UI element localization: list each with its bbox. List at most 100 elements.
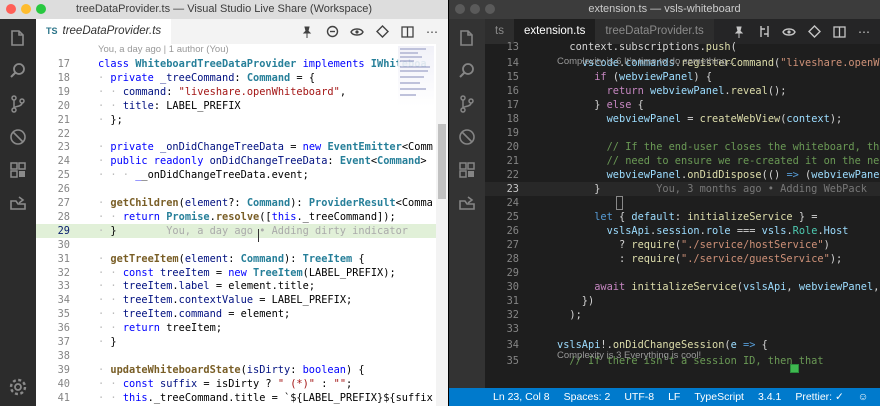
blame-header-lens[interactable]: You, a day ago | 1 author (You): [98, 44, 229, 56]
code-line[interactable]: 28 · · return Promise.resolve([this._tree…: [36, 210, 448, 224]
code-line[interactable]: 18 · private _treeCommand: Command = {: [36, 71, 448, 85]
split-editor-icon[interactable]: [399, 24, 415, 40]
more-actions-icon[interactable]: ⋯: [424, 24, 440, 40]
code-line[interactable]: 21 · };: [36, 113, 448, 127]
code-line[interactable]: 27 · getChildren(element?: Command): Prov…: [36, 196, 448, 210]
git-commit-icon[interactable]: [374, 24, 390, 40]
source-control-icon[interactable]: [7, 93, 29, 115]
language-mode[interactable]: TypeScript: [694, 391, 744, 403]
code-line[interactable]: 24 · public readonly onDidChangeTreeData:…: [36, 154, 448, 168]
extensions-icon[interactable]: [456, 159, 478, 181]
explorer-icon[interactable]: [7, 27, 29, 49]
code-line[interactable]: 33: [485, 322, 880, 336]
complexity-lens-bottom[interactable]: Complexity is 3 Everything is cool!: [557, 350, 701, 362]
code-line[interactable]: 20 // If the end-user closes the whitebo…: [485, 140, 880, 154]
code-line[interactable]: 25 · · · __onDidChangeTreeData.event;: [36, 168, 448, 182]
code-line[interactable]: 32 · · const treeItem = new TreeItem(LABE…: [36, 266, 448, 280]
line-number: 32: [506, 309, 519, 321]
vertical-scrollbar[interactable]: [436, 44, 448, 406]
extensions-icon[interactable]: [7, 159, 29, 181]
scrollbar-thumb[interactable]: [438, 124, 446, 199]
live-share-icon[interactable]: [7, 192, 29, 214]
close-window-button[interactable]: [6, 4, 16, 14]
code-line[interactable]: 40 · · const suffix = isDirty ? " (*)" : …: [36, 377, 448, 391]
code-line[interactable]: 32 );: [485, 308, 880, 322]
code-line[interactable]: 29 · } You, a day ago • Adding dirty indi…: [36, 223, 448, 238]
cursor-position[interactable]: Ln 23, Col 8: [493, 391, 550, 403]
code-line[interactable]: 16 return webviewPanel.reveal();: [485, 84, 880, 98]
debug-icon[interactable]: [7, 126, 29, 148]
code-line[interactable]: 24: [485, 196, 880, 210]
code-line[interactable]: 36 · · return treeItem;: [36, 321, 448, 335]
code-line[interactable]: 26: [36, 182, 448, 196]
end-of-line[interactable]: LF: [668, 391, 680, 403]
close-window-button[interactable]: [455, 4, 465, 14]
minimize-window-button[interactable]: [21, 4, 31, 14]
code-line[interactable]: 39 · updateWhiteboardState(isDirty: boole…: [36, 363, 448, 377]
settings-gear-icon[interactable]: [7, 376, 29, 398]
open-changes-icon[interactable]: [756, 24, 772, 40]
typescript-version[interactable]: 3.4.1: [758, 391, 781, 403]
code-line[interactable]: 22 webviewPanel.onDidDispose(() => (webv…: [485, 168, 880, 182]
right-code-editor[interactable]: 13 context.subscriptions.push(14 vscode.…: [485, 41, 880, 388]
file-encoding[interactable]: UTF-8: [624, 391, 654, 403]
code-token: =>: [743, 339, 762, 351]
line-number: 30: [506, 281, 519, 293]
debug-icon[interactable]: [456, 126, 478, 148]
zoom-window-button[interactable]: [485, 4, 495, 14]
code-line[interactable]: 31 · getTreeItem(element: Command): TreeI…: [36, 252, 448, 266]
tab-treedataprovider[interactable]: TS treeDataProvider.ts: [36, 19, 172, 44]
split-editor-icon[interactable]: [831, 24, 847, 40]
live-share-icon[interactable]: [456, 192, 478, 214]
code-line[interactable]: 19 · · command: "liveshare.openWhiteboard…: [36, 85, 448, 99]
code-line[interactable]: 23 · private _onDidChangeTreeData = new E…: [36, 140, 448, 154]
code-token: default: [631, 211, 675, 223]
compare-changes-icon[interactable]: [324, 24, 340, 40]
feedback-smiley-icon[interactable]: ☺: [858, 391, 869, 403]
code-line[interactable]: 18 webviewPanel = createWebView(context)…: [485, 112, 880, 126]
complexity-lens-top[interactable]: Complexity is 6 It's time to do somethin…: [557, 56, 735, 68]
explorer-icon[interactable]: [456, 27, 478, 49]
search-icon[interactable]: [456, 60, 478, 82]
code-line[interactable]: 34 · · treeItem.contextValue = LABEL_PREF…: [36, 293, 448, 307]
code-line[interactable]: 13 context.subscriptions.push(: [485, 40, 880, 54]
code-line[interactable]: 17 class WhiteboardTreeDataProvider imple…: [36, 57, 448, 71]
code-line[interactable]: 41 · · this._treeCommand.title = `${LABEL…: [36, 391, 448, 405]
code-line[interactable]: 22: [36, 127, 448, 141]
code-line[interactable]: 30: [36, 238, 448, 252]
indentation-setting[interactable]: Spaces: 2: [564, 391, 611, 403]
code-line[interactable]: 17 } else {: [485, 98, 880, 112]
code-line[interactable]: 20 · · title: LABEL_PREFIX: [36, 99, 448, 113]
line-number: 13: [506, 41, 519, 53]
left-title-bar: treeDataProvider.ts — Visual Studio Live…: [0, 0, 448, 19]
code-line[interactable]: 25 let { default: initializeService } =: [485, 210, 880, 224]
prettier-status[interactable]: Prettier: ✓: [795, 391, 843, 403]
left-code-editor[interactable]: You, a day ago | 1 author (You) 17 class …: [36, 44, 448, 406]
code-token: = {: [290, 71, 316, 84]
code-line[interactable]: 30 await initializeService(vslsApi, webv…: [485, 280, 880, 294]
git-commit-icon[interactable]: [806, 24, 822, 40]
code-line[interactable]: 27 ? require("./service/hostService"): [485, 238, 880, 252]
code-line[interactable]: 26 vslsApi.session.role === vsls.Role.Ho…: [485, 224, 880, 238]
code-line[interactable]: 23 } You, 3 months ago • Adding WebPack: [485, 182, 880, 196]
code-line[interactable]: 28 : require("./service/guestService");: [485, 252, 880, 266]
pin-icon[interactable]: [299, 24, 315, 40]
code-line[interactable]: 35 · · treeItem.command = element;: [36, 307, 448, 321]
code-line[interactable]: 15 if (webviewPanel) {: [485, 70, 880, 84]
code-line[interactable]: 31 }): [485, 294, 880, 308]
pin-icon[interactable]: [731, 24, 747, 40]
code-line[interactable]: 21 // need to ensure we re-created it on…: [485, 154, 880, 168]
code-line[interactable]: 37 · }: [36, 335, 448, 349]
minimize-window-button[interactable]: [470, 4, 480, 14]
code-line[interactable]: 38: [36, 349, 448, 363]
source-control-icon[interactable]: [456, 93, 478, 115]
minimap[interactable]: [398, 46, 434, 106]
code-line[interactable]: 19: [485, 126, 880, 140]
code-line[interactable]: 29: [485, 266, 880, 280]
toggle-view-icon[interactable]: [781, 24, 797, 40]
code-line[interactable]: 33 · · treeItem.label = element.title;: [36, 279, 448, 293]
more-actions-icon[interactable]: ⋯: [856, 24, 872, 40]
zoom-window-button[interactable]: [36, 4, 46, 14]
search-icon[interactable]: [7, 60, 29, 82]
toggle-view-icon[interactable]: [349, 24, 365, 40]
